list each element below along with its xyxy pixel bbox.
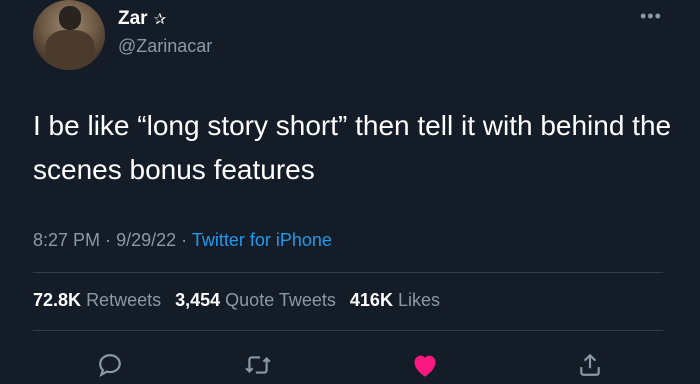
- reply-icon[interactable]: [95, 350, 125, 380]
- star-badge-icon: ✰: [153, 11, 167, 28]
- avatar-body: [45, 30, 95, 70]
- tweet-source-link[interactable]: Twitter for iPhone: [192, 230, 332, 250]
- user-handle[interactable]: @Zarinacar: [118, 36, 212, 57]
- divider: [33, 330, 663, 331]
- tweet-text: I be like “long story short” then tell i…: [33, 110, 672, 185]
- tweet-meta: 8:27 PM · 9/29/22 · Twitter for iPhone: [33, 230, 332, 251]
- heart-icon[interactable]: [410, 350, 440, 380]
- avatar[interactable]: [33, 0, 105, 70]
- more-options-icon[interactable]: •••: [640, 6, 662, 27]
- likes-count: 416K: [349, 290, 393, 310]
- divider: [33, 272, 663, 273]
- quotes-stat[interactable]: 3,454 Quote Tweets: [175, 290, 336, 311]
- avatar-head: [59, 6, 81, 30]
- meta-separator: ·: [105, 230, 117, 250]
- tweet-time[interactable]: 8:27 PM: [33, 230, 100, 250]
- meta-separator: ·: [181, 230, 192, 250]
- tweet-date[interactable]: 9/29/22: [116, 230, 176, 250]
- retweet-icon[interactable]: [243, 350, 273, 380]
- display-name-row[interactable]: Zar ✰: [118, 8, 166, 30]
- quotes-label: Quote Tweets: [225, 290, 336, 310]
- action-bar: [0, 346, 700, 384]
- share-icon[interactable]: [575, 350, 605, 380]
- tweet-stats: 72.8K Retweets 3,454 Quote Tweets 416K L…: [33, 290, 440, 311]
- quotes-count: 3,454: [175, 290, 221, 310]
- retweets-label: Retweets: [86, 290, 162, 310]
- likes-label: Likes: [397, 290, 440, 310]
- display-name[interactable]: Zar: [118, 8, 148, 30]
- likes-stat[interactable]: 416K Likes: [350, 290, 440, 311]
- retweets-count: 72.8K: [33, 290, 82, 310]
- tweet-card: Zar ✰ @Zarinacar ••• I be like “long sto…: [0, 0, 700, 384]
- retweets-stat[interactable]: 72.8K Retweets: [33, 290, 161, 311]
